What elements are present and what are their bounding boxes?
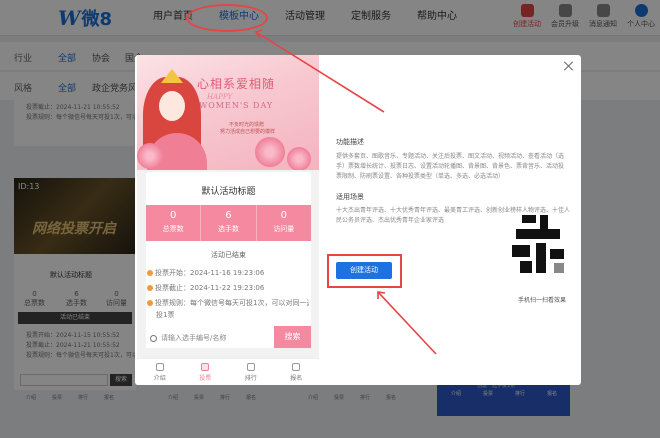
arrow-to-button	[377, 291, 437, 355]
annotation-arrows	[254, 29, 437, 355]
arrow-to-nav	[255, 31, 385, 113]
